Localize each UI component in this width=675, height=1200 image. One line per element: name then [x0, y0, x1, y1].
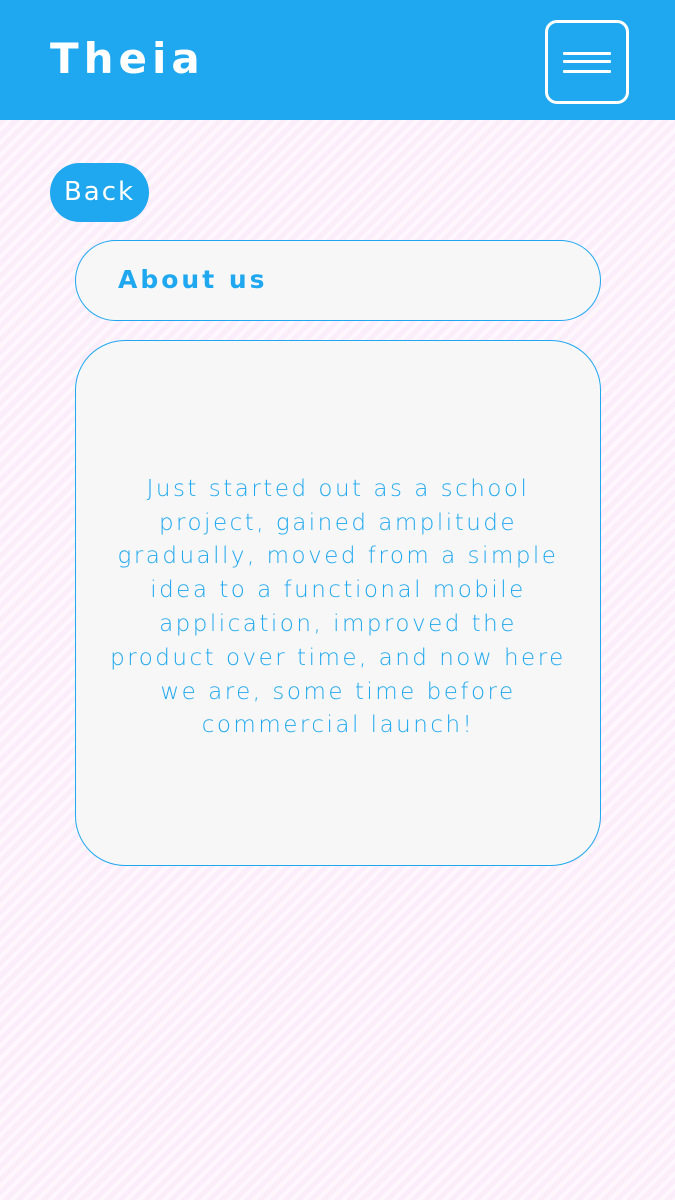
about-card: Just started out as a school project, ga… [75, 340, 601, 866]
section-heading: About us [118, 265, 268, 294]
app-title: Theia [50, 34, 205, 83]
menu-line [563, 60, 611, 63]
menu-line [563, 52, 611, 55]
app-header: Theia [0, 0, 675, 120]
section-heading-box: About us [75, 240, 601, 321]
about-text: Just started out as a school project, ga… [110, 475, 566, 739]
menu-button[interactable] [545, 20, 629, 104]
menu-line [563, 70, 611, 73]
back-button[interactable]: Back [50, 163, 149, 222]
